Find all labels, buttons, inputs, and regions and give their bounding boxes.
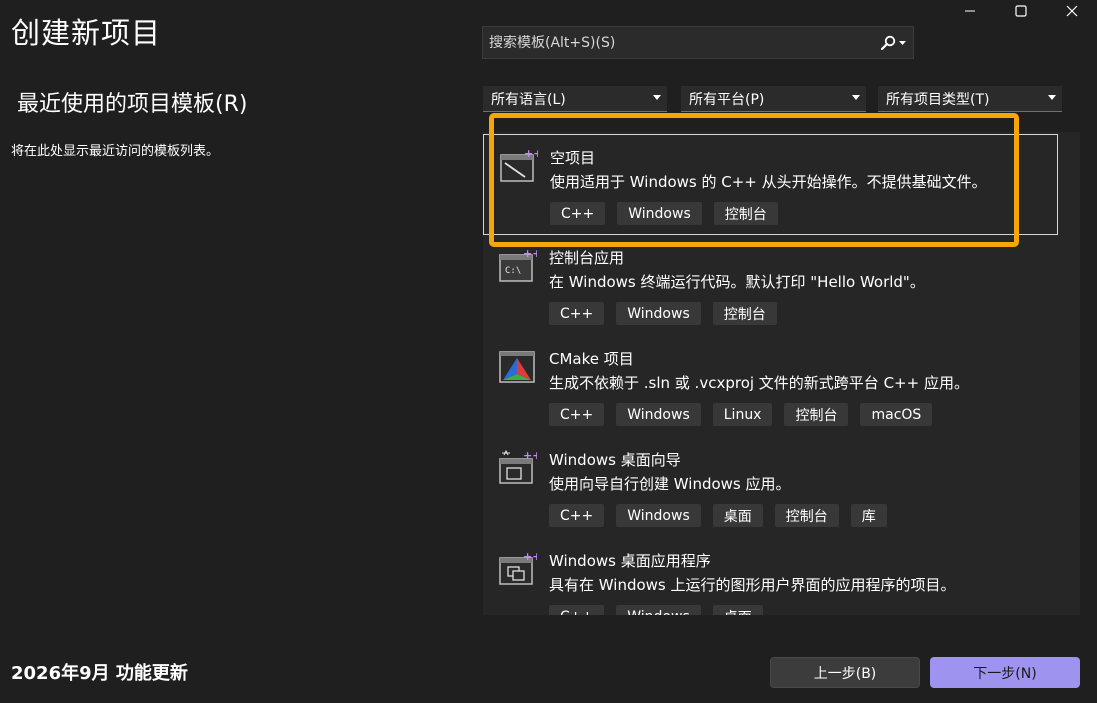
tag: 控制台 — [712, 302, 777, 325]
template-title: 控制台应用 — [549, 249, 625, 267]
template-item-empty-project[interactable]: ++ 空项目 使用适用于 Windows 的 C++ 从头开始操作。不提供基础文… — [483, 134, 1058, 235]
template-item-console-app[interactable]: C:\ ++ 控制台应用 在 Windows 终端运行代码。默认打印 "Hell… — [483, 235, 1058, 336]
svg-text:++: ++ — [523, 550, 537, 563]
svg-text:C:\: C:\ — [505, 266, 521, 276]
next-button[interactable]: 下一步(N) — [930, 657, 1080, 688]
maximize-button[interactable] — [995, 0, 1046, 22]
template-description: 使用适用于 Windows 的 C++ 从头开始操作。不提供基础文件。 — [550, 173, 987, 191]
maximize-icon — [1014, 5, 1027, 17]
back-button[interactable]: 上一步(B) — [770, 657, 920, 688]
minimize-icon — [964, 10, 975, 12]
close-icon — [1066, 5, 1077, 17]
tag: 库 — [850, 504, 887, 527]
template-item-cmake[interactable]: CMake 项目 生成不依赖于 .sln 或 .vcxproj 文件的新式跨平台… — [483, 336, 1058, 437]
language-filter-value: 所有语言(L) — [491, 91, 566, 108]
tag: Windows — [617, 202, 702, 225]
desktop-app-icon: ++ — [499, 550, 537, 585]
tag: C++ — [549, 403, 605, 426]
template-description: 具有在 Windows 上运行的图形用户界面的应用程序的项目。 — [549, 576, 956, 594]
template-tags: C++ Windows 桌面 控制台 库 — [549, 504, 887, 527]
tag: 控制台 — [713, 202, 778, 225]
svg-text:++: ++ — [523, 247, 537, 260]
cmake-icon — [499, 351, 535, 383]
template-item-desktop-wizard[interactable]: ++ Windows 桌面向导 使用向导自行创建 Windows 应用。 C++… — [483, 437, 1058, 538]
minimize-button[interactable] — [944, 0, 995, 22]
template-list[interactable]: ++ 空项目 使用适用于 Windows 的 C++ 从头开始操作。不提供基础文… — [483, 132, 1080, 615]
language-filter[interactable]: 所有语言(L) — [483, 86, 667, 112]
tag: Windows — [616, 302, 701, 325]
close-button[interactable] — [1046, 0, 1097, 22]
platform-filter-value: 所有平台(P) — [689, 91, 765, 108]
tag: C++ — [550, 202, 606, 225]
template-title: Windows 桌面向导 — [549, 451, 681, 469]
tag: macOS — [860, 403, 933, 426]
tag: Windows — [616, 504, 701, 527]
tag: C++ — [549, 302, 605, 325]
svg-text:++: ++ — [523, 449, 537, 462]
desktop-wizard-icon: ++ — [499, 449, 537, 484]
template-description: 生成不依赖于 .sln 或 .vcxproj 文件的新式跨平台 C++ 应用。 — [549, 374, 969, 392]
template-title: 空项目 — [550, 149, 596, 167]
template-tags: C++ Windows 控制台 — [550, 202, 778, 225]
footer: 2026年9月 功能更新 上一步(B) 下一步(N) — [0, 638, 1097, 703]
template-title: CMake 项目 — [549, 350, 634, 368]
template-tags: C++ Windows 桌面 — [549, 605, 763, 615]
tag: Windows — [616, 605, 701, 615]
window-controls — [944, 0, 1097, 22]
page-title: 创建新项目 — [11, 16, 162, 50]
search-box[interactable] — [482, 26, 914, 59]
template-tags: C++ Windows 控制台 — [549, 302, 777, 325]
feature-update-label: 2026年9月 功能更新 — [11, 663, 188, 684]
template-description: 使用向导自行创建 Windows 应用。 — [549, 475, 791, 493]
tag: C++ — [549, 504, 605, 527]
template-item-desktop-app[interactable]: ++ Windows 桌面应用程序 具有在 Windows 上运行的图形用户界面… — [483, 538, 1058, 615]
tag: 桌面 — [712, 504, 763, 527]
project-type-filter-value: 所有项目类型(T) — [886, 91, 990, 108]
template-tags: C++ Windows Linux 控制台 macOS — [549, 403, 933, 426]
tag: C++ — [549, 605, 605, 615]
chevron-down-icon — [653, 95, 661, 100]
create-project-window: 创建新项目 最近使用的项目模板(R) 将在此处显示最近访问的模板列表。 所有语言… — [0, 0, 1097, 703]
tag: Windows — [616, 403, 701, 426]
console-app-icon: C:\ ++ — [499, 247, 537, 282]
template-title: Windows 桌面应用程序 — [549, 552, 711, 570]
chevron-down-icon — [899, 40, 906, 45]
tag: 桌面 — [712, 605, 763, 615]
empty-project-icon: ++ — [500, 147, 538, 182]
search-icon — [880, 35, 896, 50]
search-input[interactable] — [489, 34, 873, 51]
template-description: 在 Windows 终端运行代码。默认打印 "Hello World"。 — [549, 273, 925, 291]
tag: 控制台 — [784, 403, 849, 426]
platform-filter[interactable]: 所有平台(P) — [681, 86, 866, 112]
recent-templates-empty-text: 将在此处显示最近访问的模板列表。 — [11, 144, 220, 159]
chevron-down-icon — [852, 95, 860, 100]
search-options-button[interactable] — [873, 27, 913, 58]
recent-templates-heading: 最近使用的项目模板(R) — [17, 92, 248, 117]
template-list-scrollbar[interactable] — [1058, 132, 1080, 615]
tag: Linux — [712, 403, 773, 426]
chevron-down-icon — [1048, 95, 1056, 100]
svg-text:++: ++ — [524, 147, 538, 160]
project-type-filter[interactable]: 所有项目类型(T) — [878, 86, 1062, 112]
tag: 控制台 — [774, 504, 839, 527]
